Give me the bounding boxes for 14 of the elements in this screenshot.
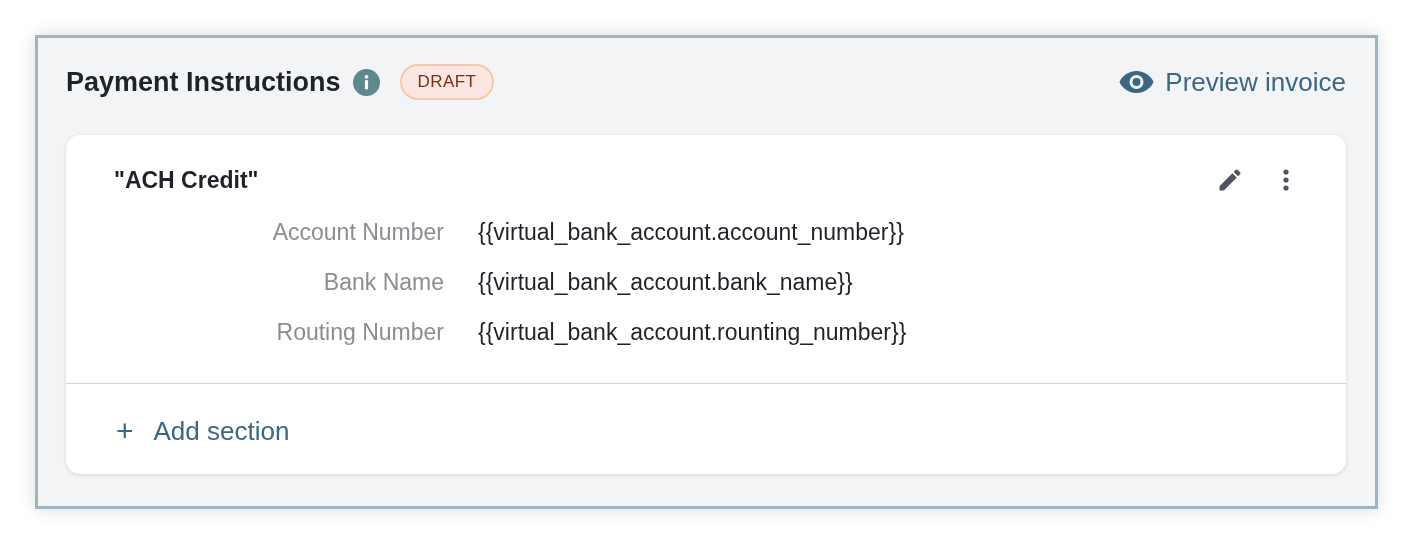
field-label: Routing Number bbox=[275, 317, 444, 347]
card-title: "ACH Credit" bbox=[114, 166, 259, 195]
more-icon bbox=[1282, 168, 1290, 193]
info-icon[interactable] bbox=[352, 68, 380, 96]
add-section-button[interactable]: + Add section bbox=[116, 411, 290, 451]
field-value: {{virtual_bank_account.bank_name}} bbox=[478, 267, 854, 297]
field-label: Bank Name bbox=[322, 267, 444, 297]
field-value: {{virtual_bank_account.rounting_number}} bbox=[478, 317, 908, 347]
eye-icon bbox=[1118, 70, 1156, 94]
field-value: {{virtual_bank_account.account_number}} bbox=[478, 217, 905, 247]
section-title: Payment Instructions bbox=[66, 65, 341, 99]
preview-link[interactable]: Preview invoice bbox=[1118, 62, 1346, 102]
status-badge: DRAFT bbox=[399, 64, 495, 100]
field-label: Account Number bbox=[271, 217, 444, 247]
